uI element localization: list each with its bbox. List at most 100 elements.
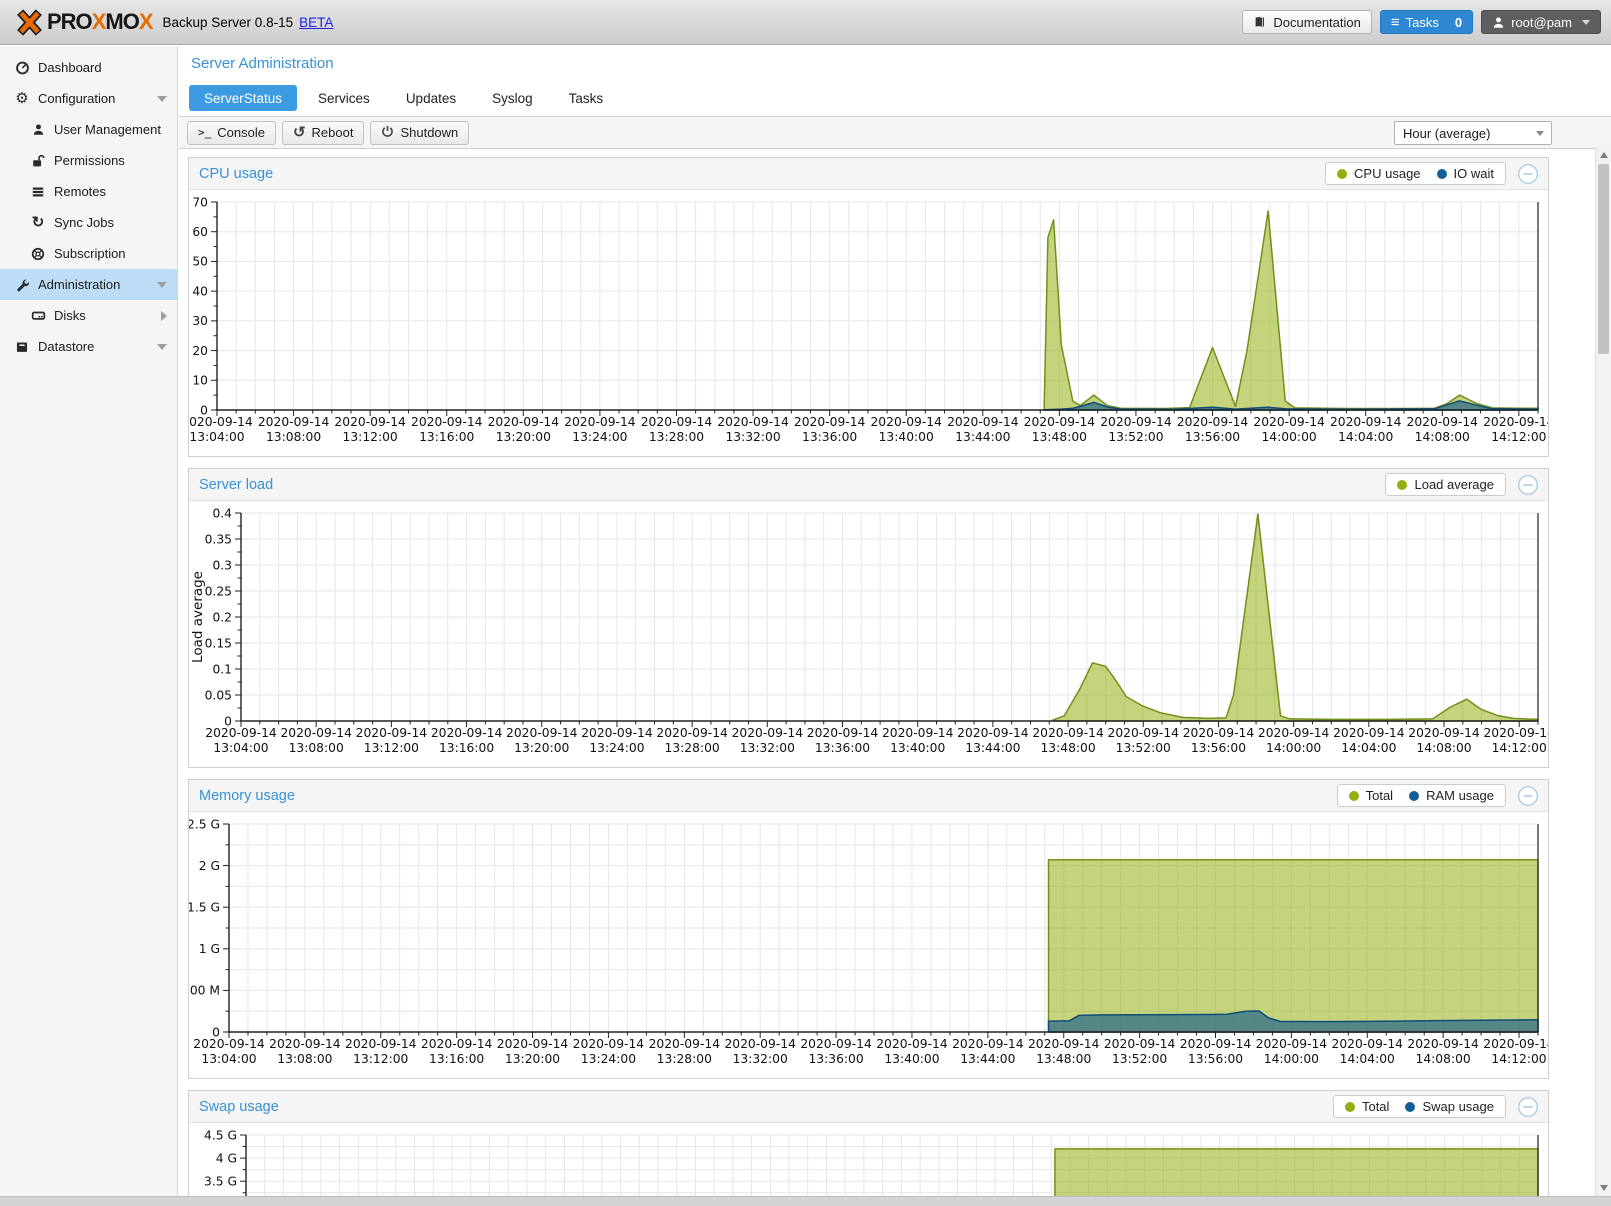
svg-text:2020-09-1413:32:00: 2020-09-1413:32:00: [724, 1037, 796, 1066]
svg-text:2020-09-1413:12:00: 2020-09-1413:12:00: [345, 1037, 417, 1066]
svg-text:2020-09-1413:28:00: 2020-09-1413:28:00: [656, 726, 728, 755]
sidebar-item-disks[interactable]: Disks: [0, 300, 177, 331]
svg-text:2020-09-1413:40:00: 2020-09-1413:40:00: [876, 1037, 948, 1066]
cpu-usage-chart: 2020-09-1413:04:002020-09-1413:08:002020…: [189, 190, 1548, 456]
scroll-up-arrow-icon[interactable]: [1600, 152, 1608, 158]
sync-icon: ↻: [29, 215, 47, 230]
svg-text:2020-09-1413:08:00: 2020-09-1413:08:00: [269, 1037, 341, 1066]
power-icon: [381, 125, 394, 140]
collapse-icon[interactable]: [1517, 1096, 1539, 1123]
sidebar-item-sync-jobs[interactable]: ↻ Sync Jobs: [0, 207, 177, 238]
svg-text:2020-09-1414:12:00: 2020-09-1414:12:00: [1483, 1037, 1548, 1066]
svg-text:500 M: 500 M: [189, 984, 220, 998]
svg-text:0.05: 0.05: [205, 688, 232, 702]
svg-text:0.25: 0.25: [205, 584, 232, 598]
svg-text:2020-09-1413:20:00: 2020-09-1413:20:00: [488, 415, 560, 444]
svg-text:2020-09-1414:08:00: 2020-09-1414:08:00: [1408, 726, 1480, 755]
svg-text:2020-09-1413:04:00: 2020-09-1413:04:00: [189, 415, 253, 444]
collapse-icon[interactable]: [1517, 163, 1539, 190]
svg-text:1 G: 1 G: [199, 942, 220, 956]
svg-text:2020-09-1413:52:00: 2020-09-1413:52:00: [1104, 1037, 1176, 1066]
svg-text:2020-09-1413:32:00: 2020-09-1413:32:00: [717, 415, 789, 444]
toolbar: >_ Console ↺ Reboot Shutdown Hour (avera…: [179, 116, 1611, 149]
sidebar-item-configuration[interactable]: ⚙ Configuration: [0, 83, 177, 114]
main-content: Server Administration ServerStatus Servi…: [179, 46, 1611, 1196]
svg-text:2 G: 2 G: [199, 859, 220, 873]
svg-text:2020-09-1414:08:00: 2020-09-1414:08:00: [1407, 415, 1479, 444]
server-load-chart: 2020-09-1413:04:002020-09-1413:08:002020…: [189, 501, 1548, 767]
sidebar-item-dashboard[interactable]: Dashboard: [0, 52, 177, 83]
timeframe-select[interactable]: Hour (average): [1394, 121, 1552, 145]
user-menu-button[interactable]: root@pam: [1481, 10, 1601, 34]
memory-usage-chart: 2020-09-1413:04:002020-09-1413:08:002020…: [189, 812, 1548, 1078]
app-header: PROXMOX Backup Server 0.8-15 BETA Docume…: [0, 0, 1611, 45]
sidebar-item-subscription[interactable]: Subscription: [0, 238, 177, 269]
cpu-chart-legend[interactable]: CPU usageIO wait: [1325, 162, 1506, 185]
tab-tasks[interactable]: Tasks: [554, 85, 619, 111]
sidebar-item-permissions[interactable]: Permissions: [0, 145, 177, 176]
svg-text:2020-09-1413:16:00: 2020-09-1413:16:00: [431, 726, 503, 755]
svg-text:2020-09-1413:24:00: 2020-09-1413:24:00: [564, 415, 636, 444]
beta-link[interactable]: BETA: [299, 15, 333, 30]
svg-text:4.5 G: 4.5 G: [204, 1128, 237, 1142]
svg-text:2020-09-1413:56:00: 2020-09-1413:56:00: [1180, 1037, 1252, 1066]
tasks-button[interactable]: ≡ Tasks 0: [1380, 10, 1473, 34]
tab-serverstatus[interactable]: ServerStatus: [189, 85, 297, 111]
svg-text:0.35: 0.35: [205, 532, 232, 546]
scrollbar-thumb[interactable]: [1598, 164, 1609, 354]
svg-text:2020-09-1414:04:00: 2020-09-1414:04:00: [1330, 415, 1402, 444]
svg-text:2020-09-1413:48:00: 2020-09-1413:48:00: [1032, 726, 1104, 755]
svg-text:0.3: 0.3: [212, 558, 232, 572]
svg-text:2020-09-1413:36:00: 2020-09-1413:36:00: [794, 415, 866, 444]
svg-text:60: 60: [192, 225, 208, 239]
sidebar-item-user-management[interactable]: User Management: [0, 114, 177, 145]
swap-chart-legend[interactable]: TotalSwap usage: [1333, 1095, 1506, 1118]
svg-text:3.5 G: 3.5 G: [204, 1175, 237, 1189]
sidebar-item-remotes[interactable]: Remotes: [0, 176, 177, 207]
sidebar-item-datastore[interactable]: Datastore: [0, 331, 177, 362]
tab-services[interactable]: Services: [303, 85, 385, 111]
svg-text:2020-09-1413:44:00: 2020-09-1413:44:00: [957, 726, 1029, 755]
reboot-button[interactable]: ↺ Reboot: [282, 121, 365, 145]
svg-text:10: 10: [192, 374, 208, 388]
svg-text:2020-09-1413:28:00: 2020-09-1413:28:00: [641, 415, 713, 444]
svg-text:2020-09-1413:24:00: 2020-09-1413:24:00: [581, 726, 653, 755]
svg-text:50: 50: [192, 255, 208, 269]
page-title: Server Administration: [191, 55, 1611, 72]
svg-text:0: 0: [224, 714, 232, 728]
chevron-down-icon: [1536, 131, 1544, 136]
svg-text:30: 30: [192, 314, 208, 328]
svg-text:2020-09-1413:08:00: 2020-09-1413:08:00: [280, 726, 352, 755]
svg-text:2020-09-1413:12:00: 2020-09-1413:12:00: [356, 726, 428, 755]
shutdown-button[interactable]: Shutdown: [370, 121, 469, 145]
documentation-button[interactable]: Documentation: [1242, 10, 1371, 34]
svg-text:0.15: 0.15: [205, 636, 232, 650]
svg-text:Load average: Load average: [190, 571, 206, 663]
archive-icon: [13, 340, 31, 354]
panel-title-swap: Swap usage: [199, 1099, 279, 1115]
unlock-icon: [29, 154, 47, 168]
collapse-icon[interactable]: [1517, 785, 1539, 812]
svg-text:2020-09-1413:36:00: 2020-09-1413:36:00: [800, 1037, 872, 1066]
svg-text:2020-09-1414:04:00: 2020-09-1414:04:00: [1332, 1037, 1404, 1066]
chevron-down-icon: [1582, 20, 1590, 25]
svg-text:2020-09-1413:28:00: 2020-09-1413:28:00: [649, 1037, 721, 1066]
svg-text:2020-09-1413:32:00: 2020-09-1413:32:00: [732, 726, 804, 755]
vertical-scrollbar[interactable]: [1595, 147, 1611, 1196]
load-chart-legend[interactable]: Load average: [1385, 473, 1506, 496]
terminal-icon: >_: [198, 127, 211, 138]
memory-chart-legend[interactable]: TotalRAM usage: [1337, 784, 1506, 807]
panel-title-cpu: CPU usage: [199, 166, 273, 182]
tab-syslog[interactable]: Syslog: [477, 85, 548, 111]
svg-text:2020-09-1414:00:00: 2020-09-1414:00:00: [1253, 415, 1325, 444]
scroll-down-arrow-icon[interactable]: [1600, 1185, 1608, 1191]
svg-text:2020-09-1413:20:00: 2020-09-1413:20:00: [497, 1037, 569, 1066]
console-button[interactable]: >_ Console: [187, 121, 276, 145]
chevron-down-icon: [157, 282, 167, 288]
collapse-icon[interactable]: [1517, 474, 1539, 501]
sidebar-item-administration[interactable]: Administration: [0, 269, 177, 300]
sidebar: Dashboard ⚙ Configuration User Managemen…: [0, 46, 178, 1196]
tab-updates[interactable]: Updates: [391, 85, 471, 111]
reboot-icon: ↺: [293, 125, 306, 140]
svg-text:0: 0: [212, 1025, 220, 1039]
